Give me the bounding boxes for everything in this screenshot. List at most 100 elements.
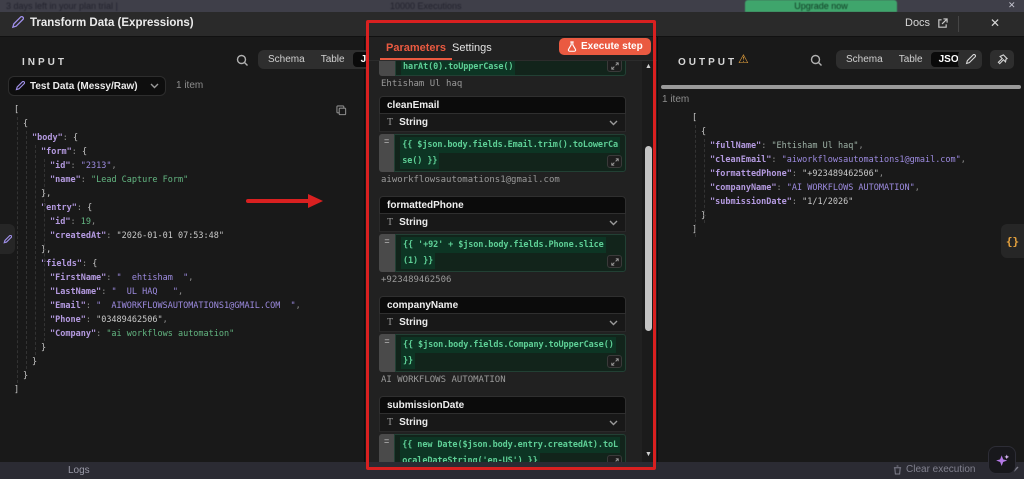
expression-field-partial: harAt(0).toUpperCase() Ehtisham Ul haq: [379, 61, 626, 89]
type-text-icon: T: [387, 417, 394, 428]
edit-side-tab[interactable]: [0, 224, 15, 254]
banner-close-icon[interactable]: ✕: [1008, 0, 1016, 11]
header-divider: [958, 16, 959, 32]
flask-icon: [567, 41, 577, 52]
code-side-tab[interactable]: {}: [1001, 224, 1024, 258]
chevron-down-icon: [609, 320, 618, 325]
expand-expression-icon[interactable]: [607, 355, 622, 368]
input-source-selector[interactable]: Test Data (Messy/Raw): [8, 76, 166, 96]
json-line: "entry": {: [41, 203, 93, 213]
clear-execution-button[interactable]: Clear execution: [893, 464, 975, 475]
scroll-down-arrow[interactable]: ▼: [642, 451, 655, 458]
expression-editor[interactable]: {{ $json.body.fields.Company.toUpperCase…: [395, 334, 626, 372]
output-panel: OUTPUT ⚠ Schema Table JSON 1 item [{"ful…: [657, 37, 1024, 462]
json-line: }: [41, 343, 47, 353]
execute-step-button[interactable]: Execute step: [559, 38, 651, 55]
field-type-select[interactable]: T String: [379, 414, 626, 432]
json-line: "id": 19,: [50, 217, 97, 227]
json-line: "Company": "ai workflows automation": [50, 329, 235, 339]
tab-parameters[interactable]: Parameters: [380, 42, 452, 60]
expression-editor[interactable]: harAt(0).toUpperCase(): [395, 61, 626, 76]
expand-expression-icon[interactable]: [607, 61, 622, 72]
executions-counter: 10000 Executions: [390, 1, 462, 11]
json-line: "body": {: [32, 133, 79, 143]
expand-expression-icon[interactable]: [607, 455, 622, 462]
indent-guide: [44, 159, 45, 341]
expression-editor[interactable]: {{ $json.body.fields.Email.trim().toLowe…: [394, 134, 626, 172]
field-type-select[interactable]: T String: [379, 214, 626, 232]
json-line: "cleanEmail": "aiworkflowsautomations1@g…: [710, 155, 966, 165]
json-line: "formattedPhone": "+923489462506",: [710, 169, 885, 179]
field-type-label: String: [399, 117, 428, 128]
expand-expression-icon[interactable]: [607, 155, 622, 168]
parameters-scroll-area[interactable]: harAt(0).toUpperCase() Ehtisham Ul haq c…: [366, 61, 657, 462]
field-name-text: submissionDate: [387, 400, 465, 411]
output-json-viewer[interactable]: [{"fullName": "Ehtisham Ul haq", "cleanEm…: [678, 111, 1023, 237]
json-line: {: [701, 127, 707, 137]
input-items-count: 1 item: [176, 80, 204, 91]
expression-code: harAt(0).toUpperCase(): [401, 61, 516, 75]
indent-guide: [17, 117, 18, 383]
drag-handle[interactable]: =: [379, 434, 395, 462]
field-name-input[interactable]: companyName: [379, 296, 626, 314]
input-source-label: Test Data (Messy/Raw): [30, 80, 138, 92]
field-type-label: String: [399, 317, 428, 328]
expression-code-line: {{ new Date($json.body.entry.createdAt).…: [400, 437, 620, 453]
scroll-up-arrow[interactable]: ▲: [642, 63, 655, 70]
logs-toggle[interactable]: Logs: [68, 465, 90, 476]
output-tab-schema[interactable]: Schema: [838, 52, 891, 67]
field-type-select[interactable]: T String: [379, 114, 626, 132]
expression-code-line: {{ $json.body.fields.Email.trim().toLowe…: [400, 137, 620, 153]
drag-handle[interactable]: [379, 61, 395, 76]
type-text-icon: T: [387, 117, 394, 128]
json-line: }: [32, 357, 38, 367]
docs-link[interactable]: Docs: [905, 17, 930, 29]
expression-code-line: {{ '+92' + $json.body.fields.Phone.slice: [401, 237, 606, 253]
expand-expression-icon[interactable]: [607, 255, 622, 268]
field-name-input[interactable]: cleanEmail: [379, 96, 626, 114]
input-json-viewer[interactable]: [{"body": {"form": {"id": "2313", "name":…: [0, 103, 360, 397]
scrollbar-thumb[interactable]: [645, 146, 652, 331]
upgrade-now-button[interactable]: Upgrade now: [745, 0, 897, 12]
json-line: "fields": {: [41, 259, 98, 269]
drag-handle[interactable]: =: [379, 234, 395, 272]
edit-title-pencil-icon[interactable]: [11, 16, 24, 29]
expression-code-line: ocaleDateString('en-US') }}: [400, 453, 540, 462]
json-line: [: [692, 113, 698, 123]
json-line: "companyName": "AI WORKFLOWS AUTOMATION"…: [710, 183, 920, 193]
trial-banner-text: 3 days left in your plan trial |: [6, 1, 118, 11]
field-type-select[interactable]: T String: [379, 314, 626, 332]
output-search-icon[interactable]: [810, 54, 823, 67]
input-tab-table[interactable]: Table: [313, 52, 353, 67]
expression-editor[interactable]: {{ new Date($json.body.entry.createdAt).…: [394, 434, 626, 462]
warning-icon: ⚠: [738, 52, 749, 66]
output-view-tabs: Schema Table JSON: [836, 50, 976, 69]
output-panel-title: OUTPUT: [678, 57, 738, 68]
json-line: }: [23, 371, 29, 381]
output-tab-table[interactable]: Table: [891, 52, 931, 67]
input-search-icon[interactable]: [236, 54, 249, 67]
horizontal-scrollbar[interactable]: [661, 85, 1021, 89]
modal-close-icon[interactable]: ✕: [990, 16, 1000, 30]
expression-editor[interactable]: {{ '+92' + $json.body.fields.Phone.slice…: [395, 234, 626, 272]
input-tab-schema[interactable]: Schema: [260, 52, 313, 67]
drag-handle[interactable]: =: [379, 334, 395, 372]
node-editor-modal: Transform Data (Expressions) Docs ✕ INPU…: [0, 12, 1024, 462]
vertical-scrollbar[interactable]: ▲ ▼: [642, 61, 655, 462]
pin-data-button[interactable]: [990, 50, 1014, 69]
json-line: ]: [14, 385, 20, 395]
expression-result: AI WORKFLOWS AUTOMATION: [381, 375, 506, 385]
sparkle-icon: [995, 454, 1009, 466]
expression-code-line: se() }}: [400, 153, 440, 169]
indent-guide: [695, 125, 696, 237]
json-line: },: [41, 189, 52, 199]
field-name-input[interactable]: submissionDate: [379, 396, 626, 414]
json-line: "LastName": " UL HAQ ",: [50, 287, 184, 297]
field-name-input[interactable]: formattedPhone: [379, 196, 626, 214]
ai-assistant-button[interactable]: [988, 446, 1016, 474]
json-line: "name": "Lead Capture Form": [50, 175, 189, 185]
edit-output-pencil-button[interactable]: [958, 50, 982, 69]
drag-handle[interactable]: =: [379, 134, 395, 172]
tab-settings[interactable]: Settings: [452, 42, 492, 54]
braces-icon: {}: [1005, 234, 1020, 248]
